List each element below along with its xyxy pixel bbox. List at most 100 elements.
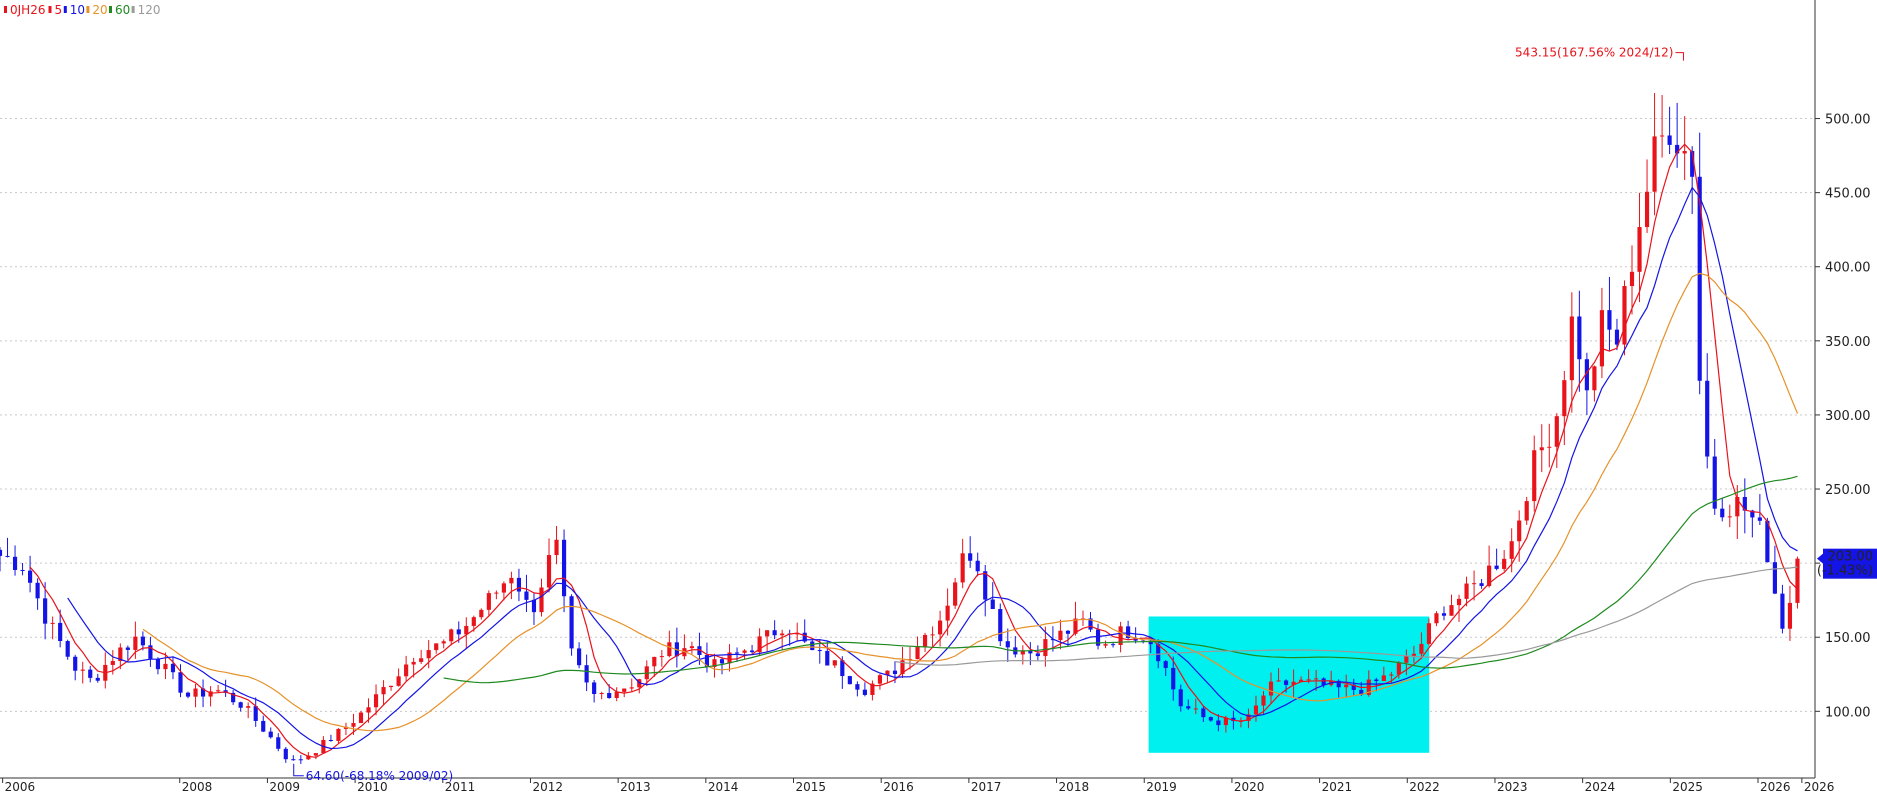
candle-body — [1660, 135, 1665, 137]
candle-body — [877, 675, 883, 684]
x-tick-label: 2017 — [971, 780, 1002, 793]
x-tick-label: 2012 — [532, 780, 563, 793]
highlight-rect — [1148, 616, 1430, 753]
candle-body — [1110, 644, 1116, 646]
candle-body — [1426, 623, 1432, 644]
candle-body — [1396, 662, 1401, 675]
x-tick-label: 2013 — [620, 780, 651, 793]
candle-body — [1727, 516, 1732, 518]
x-axis-ticks: 2006 2008 2009 2010 2011 2012 2013 2014 2015 2016… — [2, 778, 1835, 793]
candle-body — [0, 549, 3, 556]
candle-body — [1186, 706, 1191, 709]
candle-body — [561, 539, 567, 597]
candle-body — [291, 759, 296, 761]
candle-body — [577, 648, 582, 666]
candle-body — [607, 693, 612, 699]
candle-body — [1532, 450, 1537, 502]
candle-body — [1554, 416, 1559, 447]
candle-body — [780, 633, 785, 636]
x-tick-label: 2009 — [269, 780, 300, 793]
candles — [0, 93, 1800, 764]
candle-body — [1434, 613, 1439, 624]
x-tick-label: 2026 — [1760, 780, 1791, 793]
x-tick-label: 2018 — [1059, 780, 1090, 793]
candle-body — [915, 647, 920, 660]
candle-body — [1599, 310, 1605, 367]
candle-body — [1644, 191, 1650, 228]
candle-body — [238, 702, 243, 708]
candle-body — [1757, 517, 1762, 521]
candle-body — [1697, 176, 1702, 381]
candle-body — [1208, 717, 1213, 721]
candle-body — [336, 728, 341, 741]
candle-body — [1471, 583, 1477, 585]
candle-body — [1178, 689, 1183, 707]
candle-body — [1043, 639, 1048, 657]
candle-body — [486, 593, 491, 610]
legend-swatch — [63, 6, 67, 13]
candle-body — [817, 650, 822, 652]
candle-body — [88, 669, 93, 678]
candle-body — [1411, 653, 1416, 656]
candle-body — [95, 677, 100, 681]
candle-body — [953, 582, 958, 606]
candle-body — [163, 663, 168, 670]
candle-body — [990, 599, 995, 610]
x-tick-label: 2024 — [1585, 780, 1616, 793]
candle-body — [1344, 684, 1349, 688]
candle-body — [659, 656, 664, 658]
candle-body — [1705, 380, 1710, 457]
candle-body — [276, 737, 281, 749]
candle-body — [1404, 655, 1409, 663]
candle-body — [1464, 583, 1469, 599]
candle-body — [125, 647, 130, 650]
candle-body — [1374, 679, 1379, 682]
candle-body — [1787, 602, 1793, 629]
candle-body — [1449, 605, 1454, 616]
candle-body — [734, 652, 740, 654]
candle-body — [689, 646, 694, 649]
y-tick-label: 450.00 — [1825, 187, 1871, 202]
candle-body — [892, 670, 898, 675]
price-chart[interactable]: 100.00150.00200.00250.00300.00350.00400.… — [0, 0, 1877, 793]
x-tick-label: 2026 — [1804, 780, 1835, 793]
candle-body — [501, 583, 506, 593]
candle-body — [1261, 695, 1266, 706]
x-tick-label: 2008 — [182, 780, 213, 793]
candle-body — [1276, 680, 1281, 682]
candle-body — [1065, 630, 1071, 634]
candle-body — [960, 553, 965, 583]
y-tick-label: 300.00 — [1825, 409, 1871, 424]
candle-body — [719, 659, 725, 664]
legend-swatch — [48, 6, 52, 13]
candle-body — [629, 687, 634, 689]
y-tick-label: 250.00 — [1825, 483, 1871, 498]
candle-body — [1306, 679, 1311, 681]
candle-body — [1193, 708, 1198, 710]
candle-body — [1592, 366, 1597, 391]
candle-body — [546, 555, 552, 588]
candle-body — [35, 582, 40, 599]
candle-body — [614, 691, 619, 699]
candle-body — [1441, 613, 1447, 616]
candle-body — [1720, 508, 1725, 518]
candle-body — [246, 706, 251, 708]
candle-body — [938, 620, 943, 635]
candle-body — [426, 650, 431, 659]
candle-body — [1103, 644, 1108, 646]
candle-body — [396, 676, 401, 686]
candle-body — [1419, 643, 1424, 654]
x-tick-label: 2020 — [1234, 780, 1265, 793]
candle-body — [1652, 136, 1657, 192]
legend-label: 0JH26 — [10, 3, 45, 17]
candle-body — [516, 577, 522, 592]
candle-body — [494, 592, 499, 594]
candle-body — [1171, 667, 1176, 690]
candle-body — [832, 660, 837, 666]
x-tick-label: 2021 — [1322, 780, 1353, 793]
candle-body — [749, 650, 755, 653]
candle-body — [945, 605, 950, 621]
price-pointer — [1817, 553, 1823, 564]
ma-line-10 — [67, 186, 1798, 750]
legend-swatch — [4, 6, 7, 13]
